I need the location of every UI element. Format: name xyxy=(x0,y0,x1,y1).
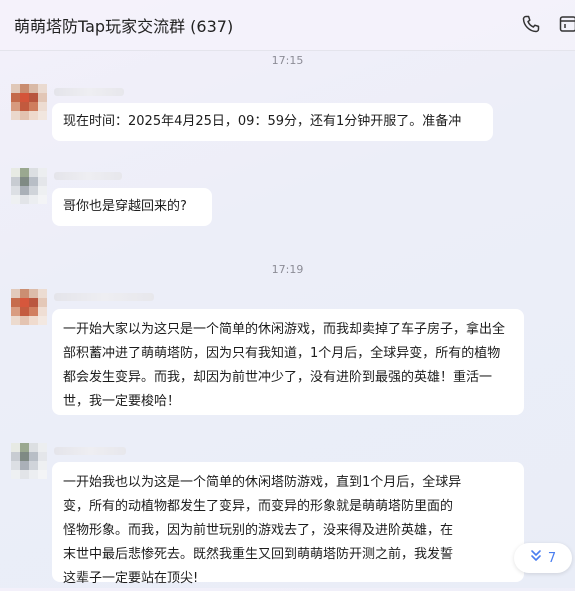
window-icon[interactable] xyxy=(556,12,575,36)
timestamp: 17:19 xyxy=(0,263,575,276)
message-bubble[interactable]: 一开始大家以为这只是一个简单的休闲游戏，而我却卖掉了车子房子，拿出全部积蓄冲进了… xyxy=(52,309,524,415)
timestamp: 17:15 xyxy=(0,54,575,67)
avatar[interactable] xyxy=(11,289,49,327)
sender-name xyxy=(54,88,124,96)
avatar[interactable] xyxy=(11,443,49,481)
phone-icon[interactable] xyxy=(519,12,543,36)
chat-header: 萌萌塔防Tap玩家交流群 (637) xyxy=(0,0,575,51)
jump-to-latest-button[interactable]: 7 xyxy=(514,543,572,573)
message-bubble[interactable]: 现在时间：2025年4月25日，09：59分，还有1分钟开服了。准备冲 xyxy=(52,103,493,141)
double-chevron-down-icon xyxy=(530,549,542,567)
message-bubble[interactable]: 一开始我也以为这是一个简单的休闲塔防游戏，直到1个月后，全球异变，所有的动植物都… xyxy=(52,462,524,582)
avatar[interactable] xyxy=(11,168,49,206)
group-title: 萌萌塔防Tap玩家交流群 (637) xyxy=(14,13,233,37)
message-bubble[interactable]: 哥你也是穿越回来的? xyxy=(52,188,212,226)
sender-name xyxy=(54,447,126,455)
avatar[interactable] xyxy=(11,84,49,122)
unread-count: 7 xyxy=(548,551,556,566)
sender-name xyxy=(54,293,154,301)
sender-name xyxy=(54,172,122,180)
